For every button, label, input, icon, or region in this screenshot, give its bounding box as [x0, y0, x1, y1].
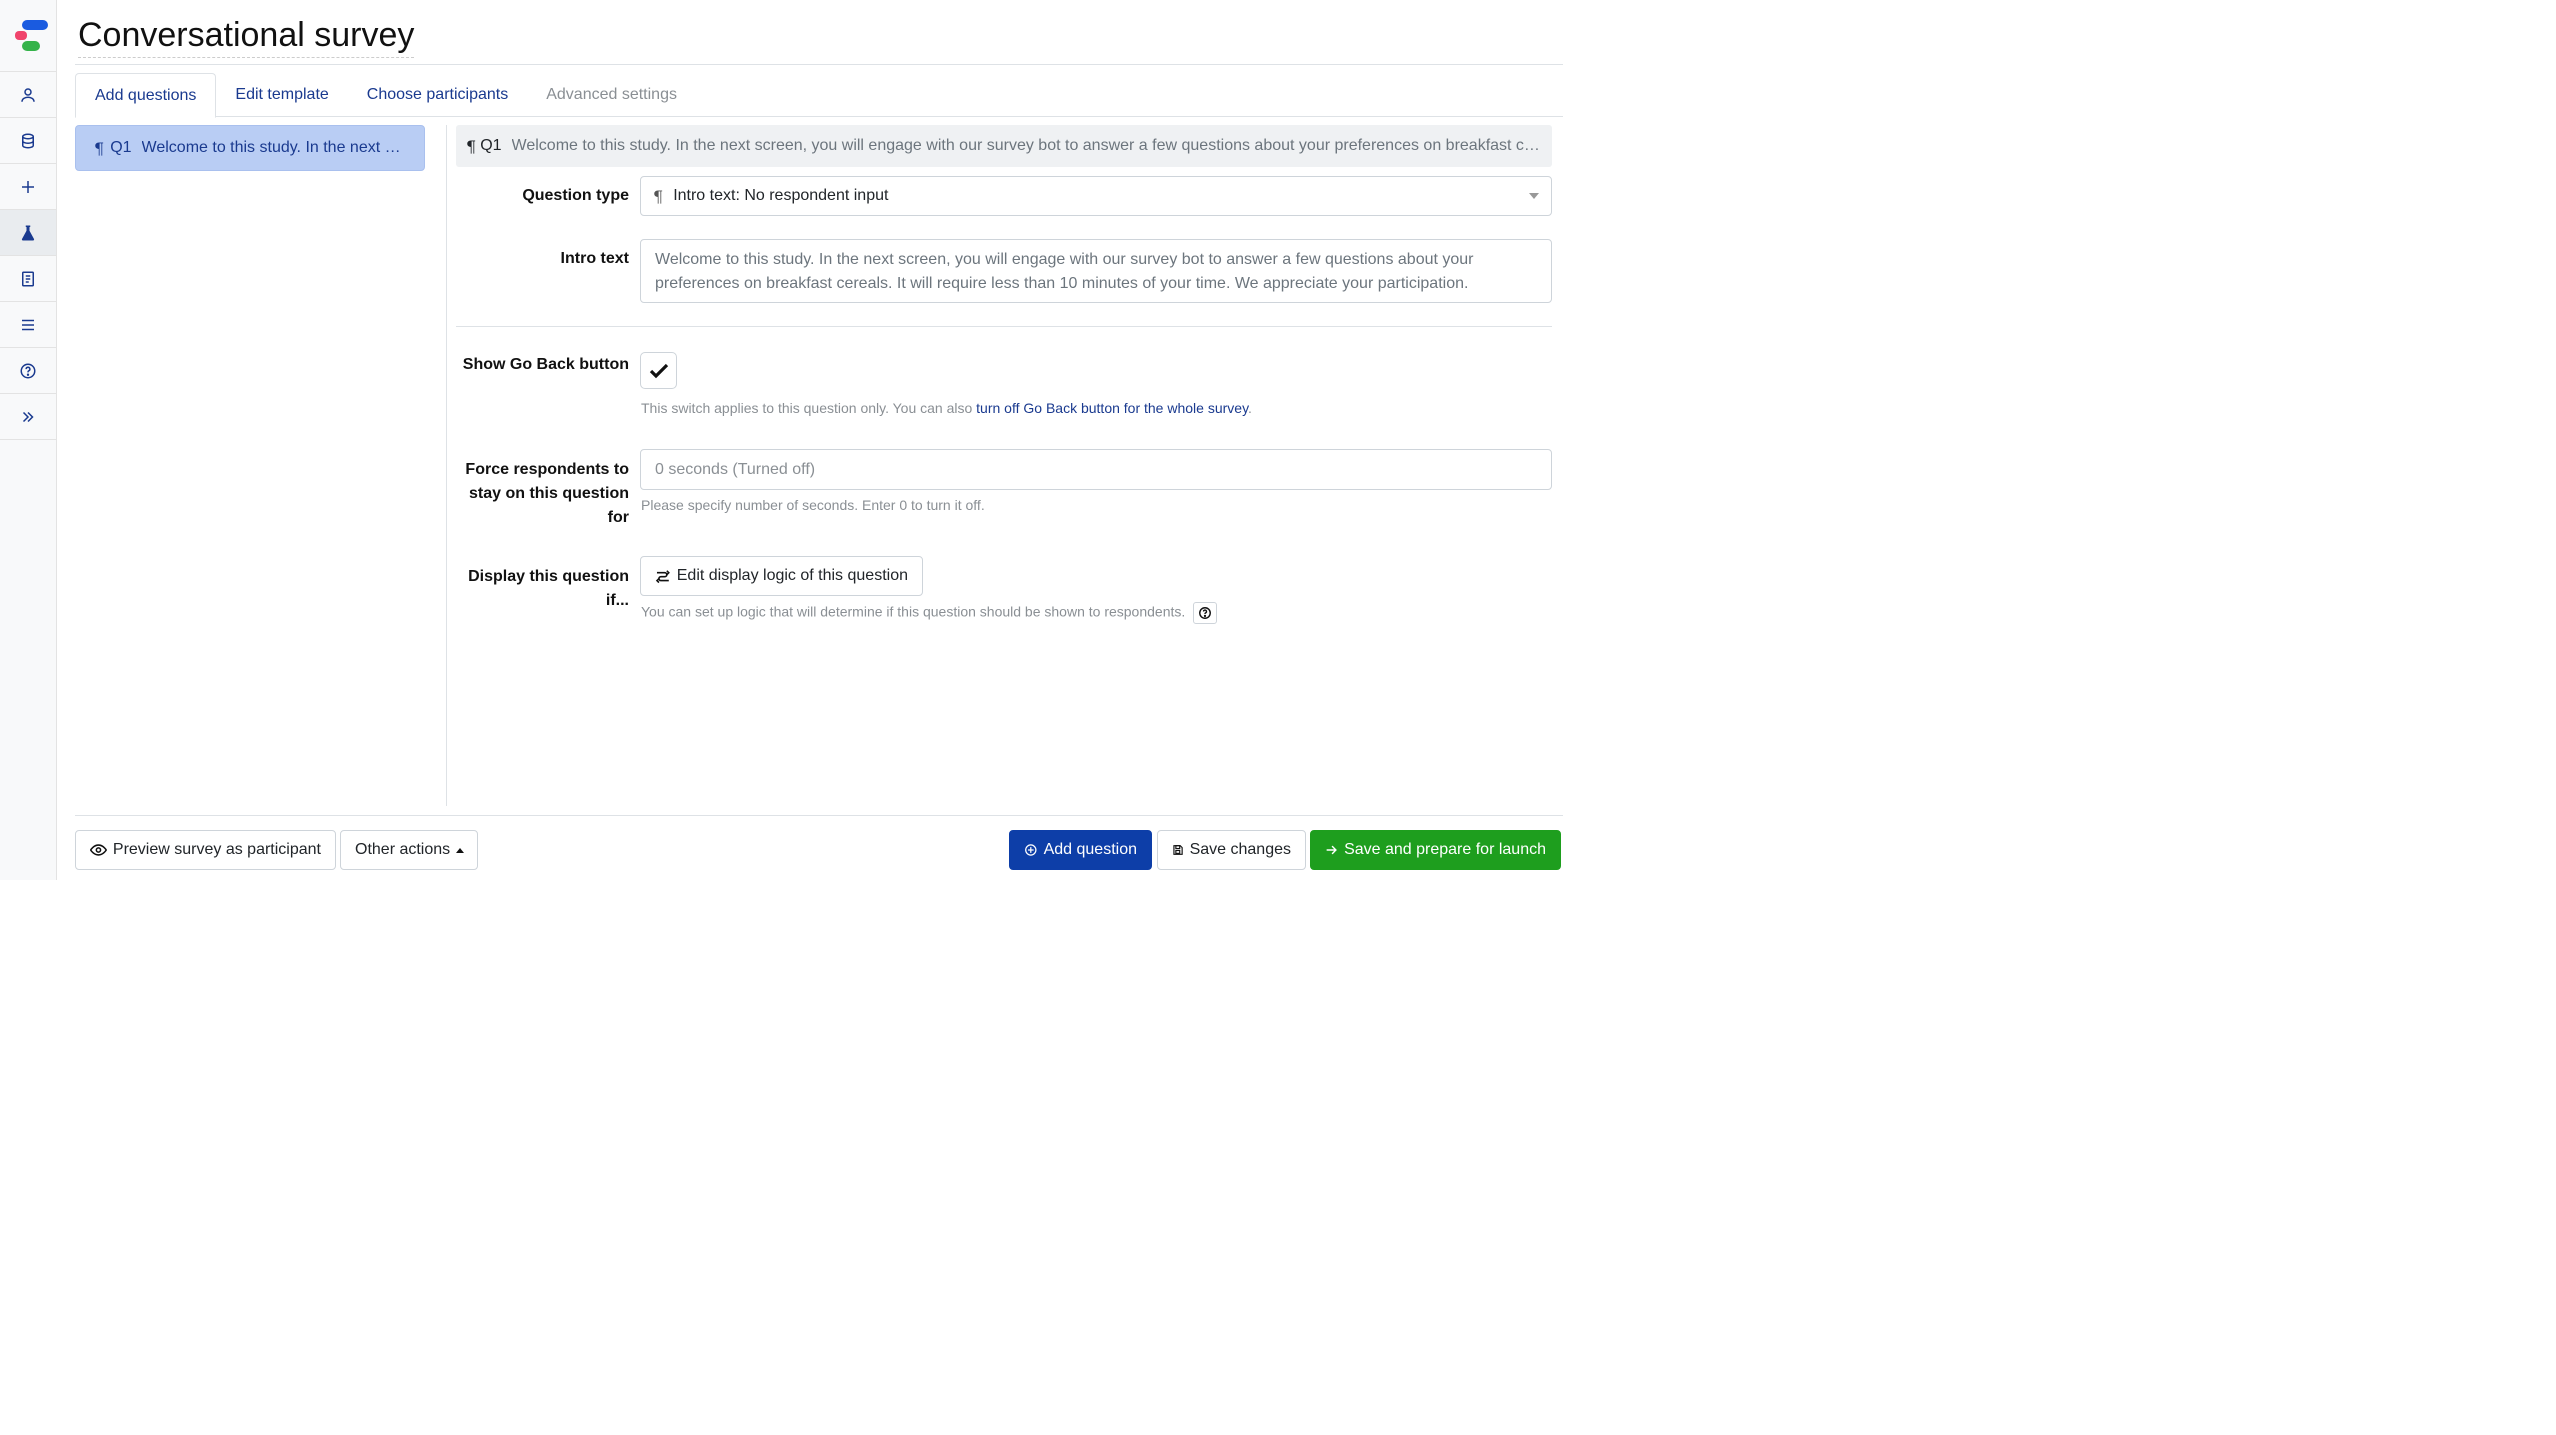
sidebar-item-data[interactable]	[0, 118, 56, 164]
tab-edit-template[interactable]: Edit template	[216, 73, 347, 117]
sidebar-item-menu[interactable]	[0, 302, 56, 348]
question-header: ¶ Q1 Welcome to this study. In the next …	[456, 125, 1552, 167]
tab-advanced-settings[interactable]: Advanced settings	[527, 73, 696, 117]
app-logo[interactable]	[0, 0, 56, 72]
pane-divider	[446, 125, 447, 806]
sidebar-item-studies[interactable]	[0, 210, 56, 256]
save-changes-label: Save changes	[1189, 841, 1291, 858]
turn-off-go-back-link[interactable]: turn off Go Back button for the whole su…	[976, 400, 1248, 416]
preview-survey-label: Preview survey as participant	[112, 841, 321, 858]
question-number: Q1	[110, 139, 132, 156]
user-icon	[21, 87, 35, 102]
question-header-text: Welcome to this study. In the next scree…	[511, 137, 1542, 154]
intro-text-field[interactable]: Welcome to this study. In the next scree…	[640, 239, 1552, 303]
sidebar-item-expand[interactable]	[0, 394, 56, 440]
database-icon	[22, 133, 34, 149]
question-type-label: Question type	[522, 187, 629, 204]
footer-divider	[75, 815, 1563, 816]
notebook-icon	[22, 271, 34, 286]
tab-choose-participants[interactable]: Choose participants	[348, 73, 527, 117]
arrow-right-icon	[1326, 845, 1337, 855]
question-list: ¶ Q1 Welcome to this study. In the next …	[75, 125, 425, 171]
question-header-number: Q1	[480, 137, 502, 154]
expand-icon	[22, 411, 34, 422]
pilcrow-icon: ¶	[94, 138, 105, 158]
go-back-label: Show Go Back button	[462, 356, 629, 373]
go-back-help: This switch applies to this question onl…	[641, 400, 1252, 416]
chevron-down-icon	[1529, 193, 1539, 199]
sidebar-item-new[interactable]	[0, 164, 56, 210]
help-icon[interactable]	[1193, 602, 1218, 624]
force-help: Please specify number of seconds. Enter …	[641, 497, 985, 513]
display-help: You can set up logic that will determine…	[641, 602, 1218, 624]
save-and-launch-button[interactable]: Save and prepare for launch	[1310, 830, 1561, 870]
section-divider	[456, 326, 1552, 327]
eye-icon	[90, 844, 107, 856]
tab-bar: Add questions Edit template Choose parti…	[75, 73, 1563, 118]
go-back-help-suffix: .	[1248, 400, 1252, 416]
plus-circle-icon	[1025, 844, 1037, 856]
question-type-value: Intro text: No respondent input	[673, 187, 889, 204]
tab-add-questions[interactable]: Add questions	[75, 73, 217, 118]
plus-icon	[22, 180, 34, 193]
help-icon	[20, 363, 36, 378]
display-help-text: You can set up logic that will determine…	[641, 603, 1186, 620]
page-title[interactable]: Conversational survey	[78, 16, 415, 58]
sidebar-item-notebook[interactable]	[0, 256, 56, 302]
sidebar-item-help[interactable]	[0, 348, 56, 394]
save-changes-button[interactable]: Save changes	[1157, 830, 1306, 870]
pilcrow-icon: ¶	[653, 186, 664, 206]
other-actions-button[interactable]: Other actions	[340, 830, 478, 870]
force-seconds-input[interactable]: 0 seconds (Turned off)	[640, 449, 1552, 490]
flask-icon	[21, 225, 35, 240]
sidebar	[0, 0, 57, 880]
question-type-select[interactable]: ¶ Intro text: No respondent input	[640, 176, 1552, 216]
question-preview: Welcome to this study. In the next scree…	[141, 139, 406, 156]
edit-display-logic-button[interactable]: Edit display logic of this question	[640, 556, 923, 596]
add-question-button[interactable]: Add question	[1009, 830, 1152, 870]
intro-text-label: Intro text	[560, 250, 629, 267]
logic-icon	[655, 570, 670, 584]
menu-icon	[22, 319, 34, 330]
other-actions-label: Other actions	[355, 841, 451, 858]
list-item[interactable]: ¶ Q1 Welcome to this study. In the next …	[75, 125, 425, 171]
save-icon	[1173, 845, 1183, 855]
display-if-label: Display this question if...	[468, 568, 629, 609]
edit-display-logic-label: Edit display logic of this question	[676, 567, 908, 584]
caret-up-icon	[456, 847, 465, 853]
sidebar-item-profile[interactable]	[0, 72, 56, 118]
checkmark-icon	[649, 363, 668, 378]
logo-icon	[15, 19, 48, 51]
save-and-launch-label: Save and prepare for launch	[1344, 841, 1546, 858]
pilcrow-icon: ¶	[466, 136, 477, 156]
go-back-help-text: This switch applies to this question onl…	[641, 400, 977, 416]
force-stay-label: Force respondents to stay on this questi…	[465, 461, 629, 526]
page-header: Conversational survey	[75, 0, 1563, 65]
preview-survey-button[interactable]: Preview survey as participant	[75, 830, 336, 870]
go-back-checkbox[interactable]	[640, 352, 677, 389]
add-question-label: Add question	[1043, 841, 1137, 858]
